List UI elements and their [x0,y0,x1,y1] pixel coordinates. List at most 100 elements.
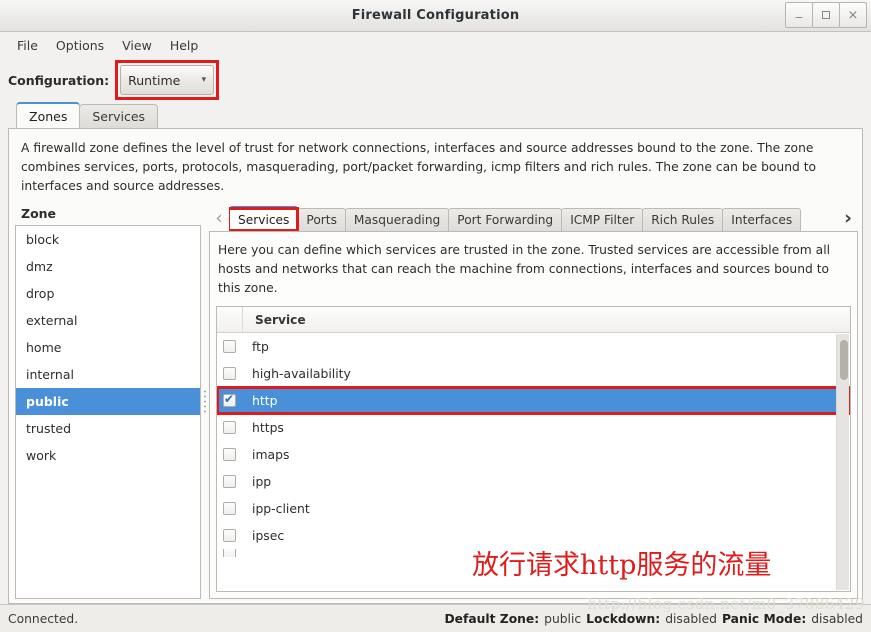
tab-ports-label: Ports [306,213,337,228]
service-checkbox[interactable] [223,529,236,543]
close-button[interactable]: × [839,2,867,28]
lockdown-label: Lockdown: [586,611,661,626]
tab-masquerading[interactable]: Masquerading [344,208,450,232]
zone-column: Zone block dmz drop external home intern… [15,204,201,599]
zone-list-item[interactable]: drop [16,280,200,307]
inner-tab-strip: ‹ Services Ports Masquerading Port Forwa… [209,204,858,232]
configuration-dropdown[interactable]: Runtime ▾ [120,65,215,95]
outer-tab-strip: Zones Services [8,102,863,128]
window-controls: _ × [785,2,867,28]
tab-rich-rules-label: Rich Rules [651,213,715,228]
minimize-button[interactable]: _ [785,2,813,28]
service-column-header-label: Service [255,312,306,327]
menu-item-view[interactable]: View [113,35,161,56]
service-checkbox[interactable] [223,421,236,435]
tab-interfaces-label: Interfaces [731,213,793,228]
service-row-partial[interactable] [217,549,850,558]
services-scrollbar-thumb[interactable] [840,340,848,381]
service-label: ipsec [252,528,285,544]
services-scrollbar[interactable] [836,334,849,590]
pane-splitter-handle[interactable] [201,204,209,599]
tab-masquerading-label: Masquerading [353,213,441,228]
menu-item-help[interactable]: Help [161,35,208,56]
service-row-ftp[interactable]: ftp [217,333,850,360]
service-checkbox[interactable] [223,367,236,381]
zone-list-item[interactable]: dmz [16,253,200,280]
zone-list-item[interactable]: block [16,226,200,253]
service-checkbox[interactable] [223,502,236,516]
window-title: Firewall Configuration [351,8,520,23]
service-label: ipp-client [252,501,310,517]
menu-item-file[interactable]: File [8,35,47,56]
zone-list-item[interactable]: internal [16,361,200,388]
services-rows: ftp high-availability http [217,333,850,591]
lockdown-value: disabled [665,611,717,626]
firewall-configuration-window: Firewall Configuration _ × File Options … [0,0,871,632]
menu-item-options[interactable]: Options [47,35,113,56]
tab-services-label: Services [238,212,290,227]
zones-tab-panel: A firewalld zone defines the level of tr… [8,128,863,604]
service-row-ipp-client[interactable]: ipp-client [217,495,850,522]
service-row-imaps[interactable]: imaps [217,441,850,468]
default-zone-value: public [544,611,582,626]
services-list-container: Service ftp high-availability ✔ http htt… [216,306,851,592]
chevron-down-icon: ▾ [201,75,207,85]
service-label: ftp [252,339,269,355]
tab-rich-rules[interactable]: Rich Rules [642,208,724,232]
tab-ports[interactable]: Ports [297,208,346,232]
close-icon: × [847,7,859,23]
services-tab-panel: Here you can define which services are t… [209,231,858,599]
services-column-header-row: Service [217,307,850,334]
zones-split-pane: Zone block dmz drop external home intern… [9,204,862,603]
status-summary: Default Zone: public Lockdown: disabled … [444,612,863,626]
service-row-http[interactable]: http [217,386,850,416]
chevron-right-icon[interactable]: › [838,209,858,231]
zone-list-item[interactable]: work [16,442,200,469]
inner-tabs: Services Ports Masquerading Port Forward… [229,206,838,232]
service-label: ipp [252,474,272,490]
tab-zones[interactable]: Zones [16,102,81,128]
maximize-button[interactable] [812,2,840,28]
zone-list[interactable]: block dmz drop external home internal pu… [15,225,201,599]
services-tab-highlight-box: Services [229,206,300,232]
service-row-ipp[interactable]: ipp [217,468,850,495]
connection-status: Connected. [8,611,79,626]
configuration-highlight-box: Runtime ▾ [115,60,220,100]
zone-list-item[interactable]: external [16,307,200,334]
zone-list-item[interactable]: home [16,334,200,361]
maximize-icon [822,11,830,19]
service-checkbox[interactable] [223,340,236,354]
services-description: Here you can define which services are t… [218,243,831,296]
tab-interfaces[interactable]: Interfaces [722,208,802,232]
zone-list-item-selected[interactable]: public [16,388,200,416]
splitter-dots-icon [204,388,206,415]
menu-bar: File Options View Help [0,32,871,58]
service-checkbox[interactable] [223,475,236,489]
chevron-left-icon[interactable]: ‹ [209,209,229,231]
tab-port-forwarding[interactable]: Port Forwarding [448,208,563,232]
service-row-ipsec[interactable]: ipsec [217,522,850,549]
default-zone-label: Default Zone: [444,611,540,626]
service-label: https [252,420,284,436]
checkbox-column-header [217,307,243,333]
minimize-icon: _ [795,4,803,19]
zone-list-item[interactable]: trusted [16,415,200,442]
service-label: imaps [252,447,290,463]
tab-icmp-filter[interactable]: ICMP Filter [561,208,644,232]
service-label: high-availability [252,366,351,382]
service-row-high-availability[interactable]: high-availability [217,360,850,387]
tab-services[interactable]: Services [229,206,299,232]
service-label: http [252,393,278,409]
main-notebook: Zones Services A firewalld zone defines … [8,102,863,604]
service-checkbox-checked[interactable] [223,392,236,408]
zone-column-header: Zone [21,206,57,222]
status-bar: http://blog.csdn.net/m0_37886429 Connect… [0,595,871,632]
service-checkbox[interactable] [223,549,236,558]
service-checkbox[interactable] [223,448,236,462]
service-row-https[interactable]: https [217,414,850,441]
tab-icmp-filter-label: ICMP Filter [570,213,635,228]
panic-mode-label: Panic Mode: [721,611,807,626]
tab-services-top[interactable]: Services [79,104,159,128]
configuration-dropdown-value: Runtime [128,72,181,88]
panic-mode-value: disabled [811,611,863,626]
